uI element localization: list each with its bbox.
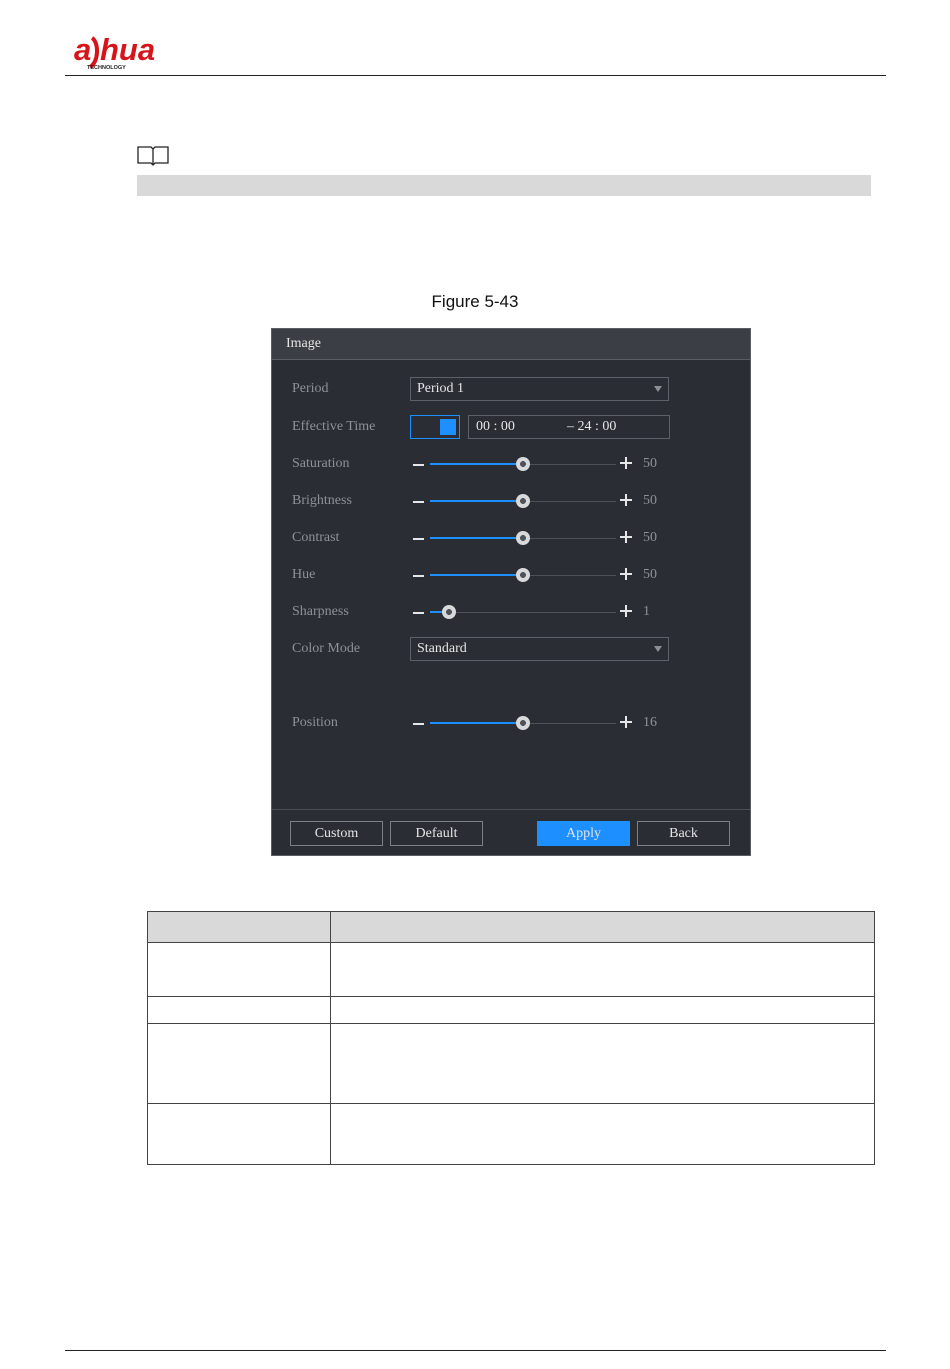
position-value: 16 — [643, 715, 657, 730]
note-bar — [137, 175, 871, 196]
slider-label: Saturation — [292, 456, 350, 471]
caret-down-icon — [654, 646, 662, 652]
period-row: Period Period 1 — [272, 377, 750, 403]
slider-row: Saturation 50 — [272, 452, 750, 478]
color-mode-row: Color Mode Standard — [272, 637, 750, 663]
slider-row: Sharpness 1 — [272, 600, 750, 626]
plus-icon[interactable] — [620, 531, 632, 543]
table-row — [147, 996, 875, 1024]
color-mode-label: Color Mode — [292, 641, 361, 656]
slider-fill — [430, 463, 523, 465]
svg-text:a: a — [74, 32, 91, 67]
minus-icon[interactable] — [413, 575, 424, 577]
slider-value: 1 — [643, 604, 650, 619]
slider-value: 50 — [643, 493, 657, 508]
dahua-logo: a hua TECHNOLOGY — [74, 32, 155, 71]
slider-thumb[interactable] — [441, 605, 456, 619]
table-row — [147, 942, 875, 997]
table-header-row — [147, 911, 875, 943]
position-label: Position — [292, 715, 338, 730]
table-cell — [147, 996, 331, 1024]
table-header-cell — [147, 911, 331, 943]
header-rule — [65, 75, 886, 76]
minus-icon[interactable] — [413, 612, 424, 614]
svg-text:TECHNOLOGY: TECHNOLOGY — [87, 65, 126, 71]
apply-button[interactable]: Apply — [537, 821, 630, 846]
hue-slider[interactable] — [430, 568, 616, 582]
slider-row: Contrast 50 — [272, 526, 750, 552]
slider-thumb[interactable] — [516, 494, 530, 508]
period-label: Period — [292, 381, 329, 396]
table-cell — [147, 942, 331, 997]
image-dialog: Image Period Period 1 Effective Time 00 … — [271, 328, 751, 856]
table-cell — [330, 1023, 875, 1104]
minus-icon[interactable] — [413, 464, 424, 466]
parameter-table — [147, 911, 875, 1165]
minus-icon[interactable] — [413, 723, 424, 725]
toggle-knob — [440, 419, 456, 435]
table-cell — [330, 942, 875, 997]
figure-caption: Figure 5-43 — [431, 292, 519, 311]
minus-icon[interactable] — [413, 538, 424, 540]
back-button[interactable]: Back — [637, 821, 730, 846]
position-slider[interactable] — [430, 716, 616, 730]
plus-icon[interactable] — [620, 568, 632, 580]
slider-value: 50 — [643, 530, 657, 545]
svg-text:hua: hua — [100, 32, 155, 67]
time-range-input[interactable]: 00 : 00 – 24 : 00 — [468, 415, 670, 439]
default-button[interactable]: Default — [390, 821, 483, 846]
caret-down-icon — [654, 386, 662, 392]
slider-value: 50 — [643, 456, 657, 471]
brightness-slider[interactable] — [430, 494, 616, 508]
slider-fill — [430, 722, 523, 724]
time-start: 00 : 00 — [476, 419, 515, 434]
slider-value: 50 — [643, 567, 657, 582]
slider-fill — [430, 500, 523, 502]
plus-icon[interactable] — [620, 716, 632, 728]
slider-thumb[interactable] — [516, 531, 530, 545]
contrast-slider[interactable] — [430, 531, 616, 545]
period-value: Period 1 — [417, 381, 465, 396]
dialog-footer-divider — [272, 809, 750, 810]
effective-time-toggle[interactable] — [410, 415, 460, 439]
table-row — [147, 1103, 875, 1165]
table-row — [147, 1023, 875, 1104]
slider-thumb[interactable] — [516, 568, 530, 582]
color-mode-value: Standard — [417, 641, 467, 656]
table-header-cell — [330, 911, 875, 943]
slider-label: Brightness — [292, 493, 352, 508]
slider-label: Contrast — [292, 530, 340, 545]
custom-button[interactable]: Custom — [290, 821, 383, 846]
sharpness-slider[interactable] — [430, 605, 616, 619]
footer-rule — [65, 1350, 886, 1351]
slider-thumb[interactable] — [516, 716, 530, 730]
period-select[interactable]: Period 1 — [410, 377, 669, 401]
slider-row: Brightness 50 — [272, 489, 750, 515]
minus-icon[interactable] — [413, 501, 424, 503]
effective-time-row: Effective Time 00 : 00 – 24 : 00 — [272, 415, 750, 441]
table-cell — [330, 996, 875, 1024]
plus-icon[interactable] — [620, 605, 632, 617]
slider-fill — [430, 574, 523, 576]
effective-time-label: Effective Time — [292, 419, 376, 434]
dialog-title: Image — [272, 329, 750, 360]
table-cell — [147, 1103, 331, 1165]
time-end: – 24 : 00 — [567, 419, 617, 434]
book-icon — [137, 146, 169, 166]
plus-icon[interactable] — [620, 457, 632, 469]
table-cell — [147, 1023, 331, 1104]
plus-icon[interactable] — [620, 494, 632, 506]
position-row: Position 16 — [272, 711, 750, 737]
saturation-slider[interactable] — [430, 457, 616, 471]
slider-fill — [430, 537, 523, 539]
table-cell — [330, 1103, 875, 1165]
slider-thumb[interactable] — [516, 457, 530, 471]
slider-label: Sharpness — [292, 604, 349, 619]
slider-label: Hue — [292, 567, 316, 582]
slider-row: Hue 50 — [272, 563, 750, 589]
color-mode-select[interactable]: Standard — [410, 637, 669, 661]
